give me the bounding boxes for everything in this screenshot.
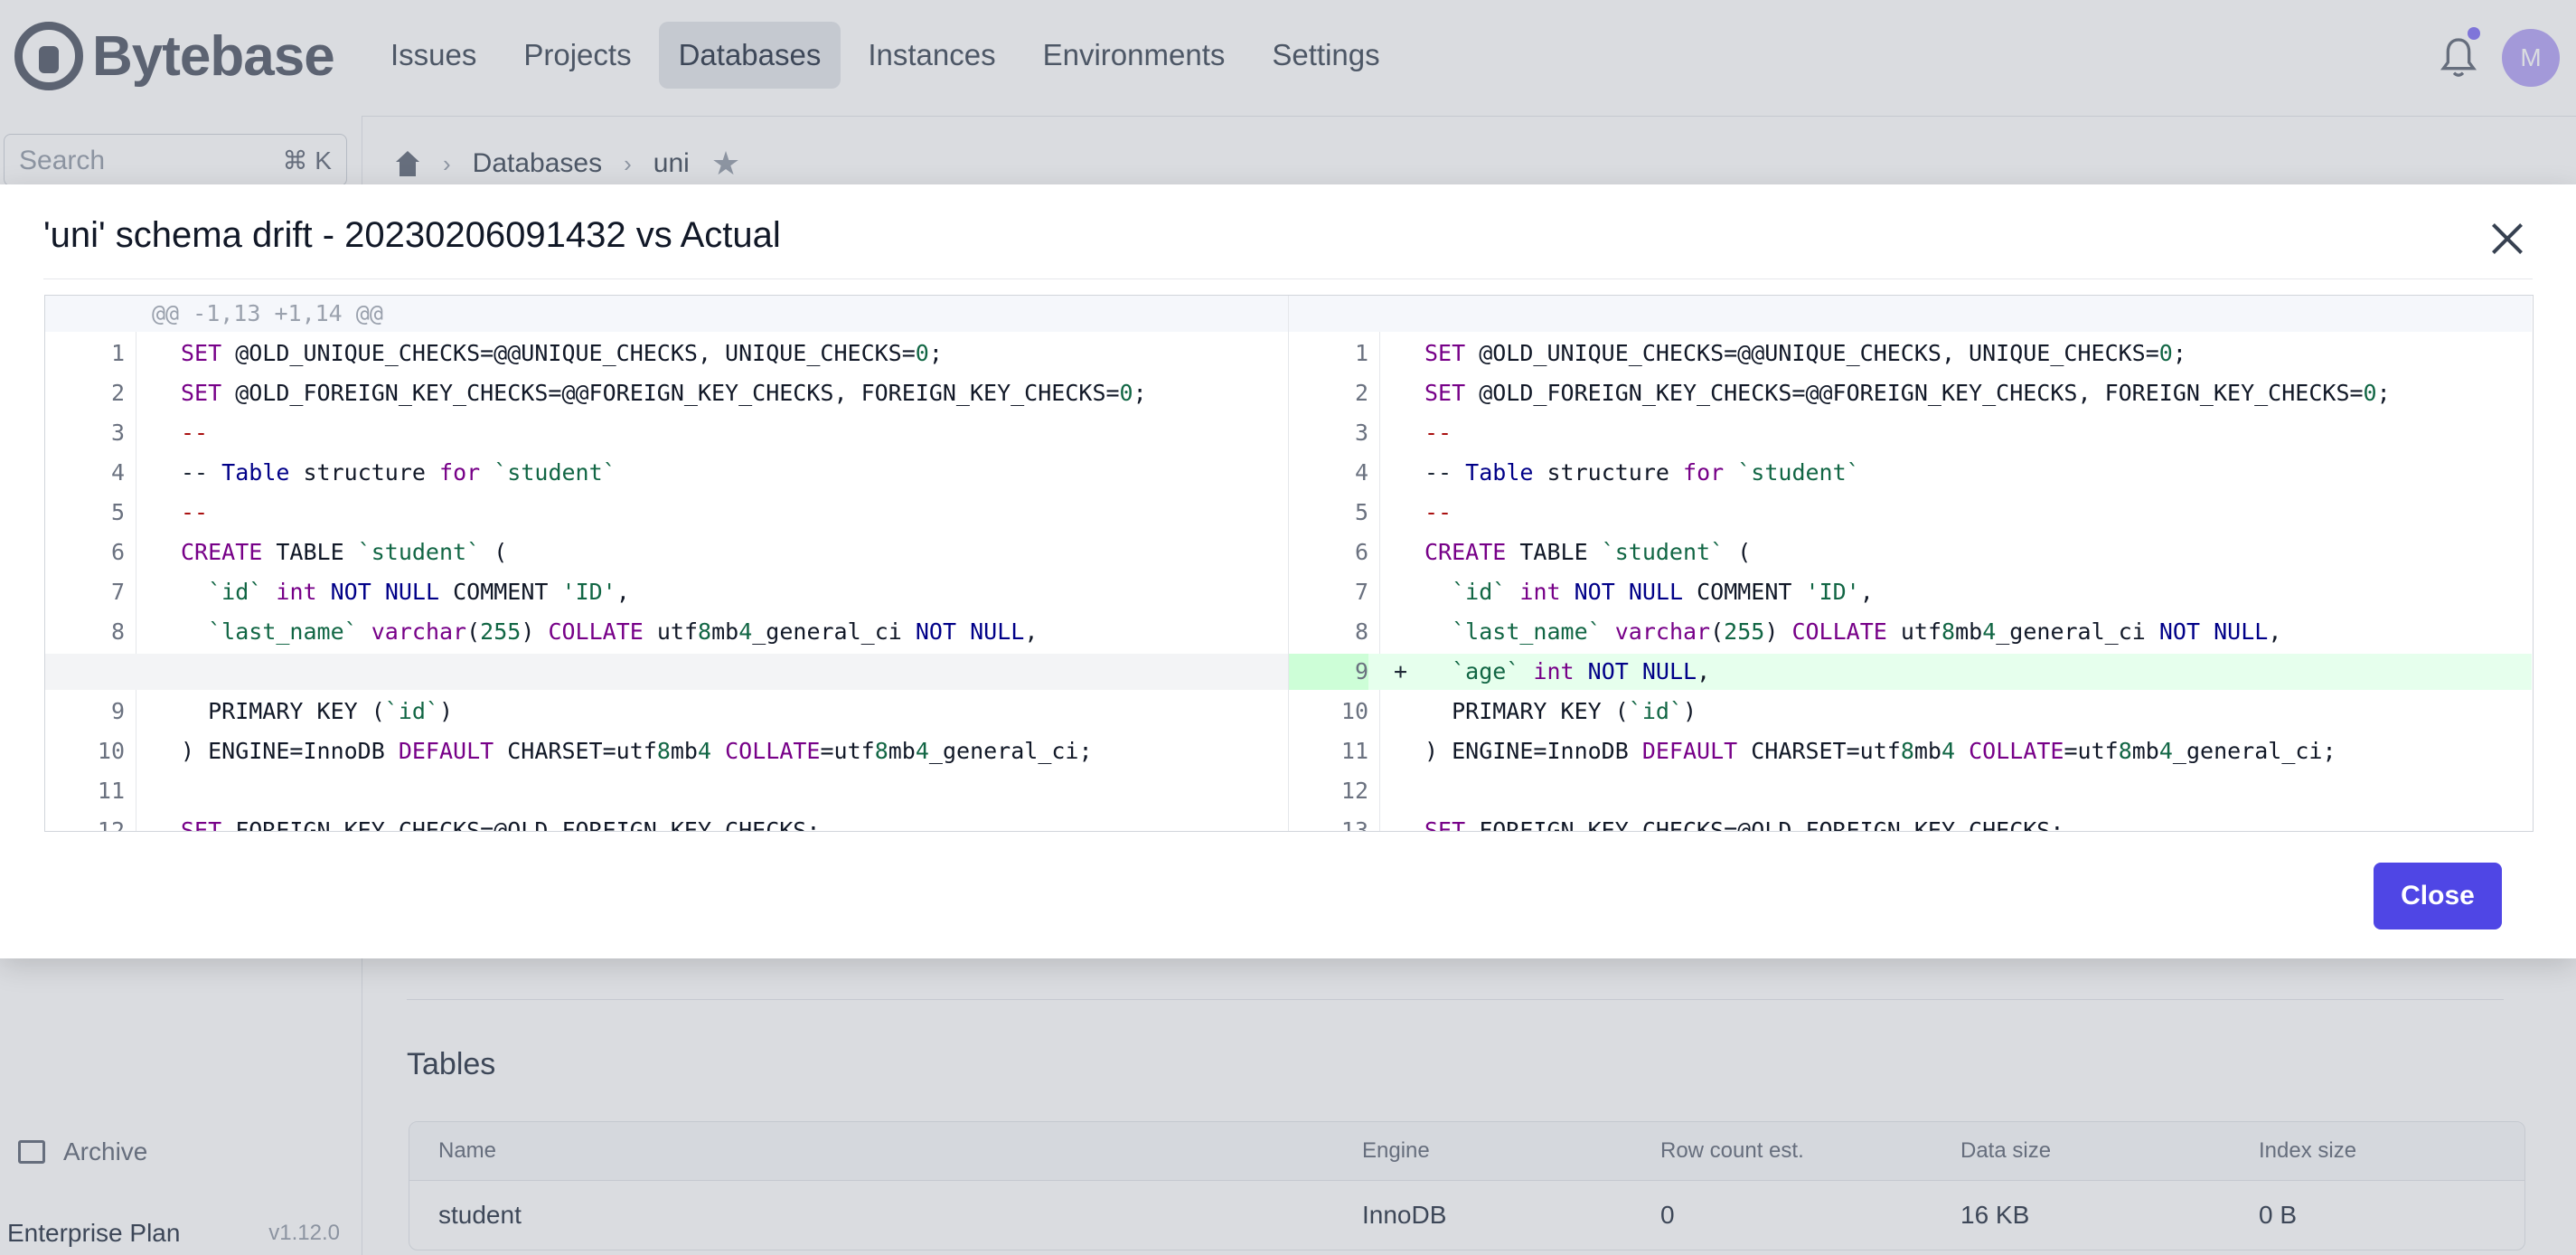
line-number: 6 <box>1354 539 1368 565</box>
code-text: SET @OLD_UNIQUE_CHECKS=@@UNIQUE_CHECKS, … <box>181 340 943 366</box>
diff-line: 8 `last_name` varchar(255) COLLATE utf8m… <box>1289 614 2532 650</box>
diff-line: 10 PRIMARY KEY (`id`) <box>1289 694 2532 730</box>
code-text: -- <box>1424 420 1453 446</box>
diff-line: 12 <box>1289 773 2532 809</box>
code-text: `last_name` varchar(255) COLLATE utf8mb4… <box>1452 618 2282 645</box>
diff-line: 7 `id` int NOT NULL COMMENT 'ID', <box>45 574 1288 610</box>
diff-pane-original: @@ -1,13 +1,14 @@ 1 SET @OLD_UNIQUE_CHECKS… <box>45 296 1290 831</box>
diff-line: 9 PRIMARY KEY (`id`) <box>45 694 1288 730</box>
line-number: 2 <box>110 380 125 406</box>
line-number: 11 <box>1340 738 1368 764</box>
code-text: ) ENGINE=InnoDB DEFAULT CHARSET=utf8mb4 … <box>1424 738 2336 764</box>
line-number: 9 <box>110 698 125 724</box>
line-number: 4 <box>110 459 125 486</box>
close-button[interactable]: Close <box>2374 863 2502 929</box>
diff-line: 5 -- <box>1289 495 2532 531</box>
line-number: 10 <box>97 738 125 764</box>
diff-line: 1 SET @OLD_UNIQUE_CHECKS=@@UNIQUE_CHECKS,… <box>1289 335 2532 372</box>
diff-line-added: 9 + `age` int NOT NULL, <box>1289 654 2532 690</box>
diff-pane-actual: 1 SET @OLD_UNIQUE_CHECKS=@@UNIQUE_CHECKS,… <box>1289 296 2532 831</box>
code-text: -- <box>181 420 209 446</box>
diff-hunk-header <box>1289 296 2532 332</box>
added-line-marker: + <box>1394 658 1408 684</box>
line-number: 8 <box>110 618 125 645</box>
diff-line: 3 -- <box>1289 415 2532 451</box>
line-number: 1 <box>110 340 125 366</box>
diff-line: 11 <box>45 773 1288 809</box>
code-text: CREATE TABLE `student` ( <box>181 539 508 565</box>
diff-line: 6 CREATE TABLE `student` ( <box>45 534 1288 571</box>
diff-line: 4 -- Table structure for `student` <box>45 455 1288 491</box>
code-text: SET @OLD_FOREIGN_KEY_CHECKS=@@FOREIGN_KE… <box>181 380 1147 406</box>
code-text: -- Table structure for `student` <box>181 459 616 486</box>
line-number: 11 <box>97 778 125 804</box>
line-number: 2 <box>1354 380 1368 406</box>
line-number: 8 <box>1354 618 1368 645</box>
diff-hunk-header: @@ -1,13 +1,14 @@ <box>45 296 1288 332</box>
line-number: 7 <box>110 579 125 605</box>
code-text: -- <box>181 499 209 525</box>
line-number: 12 <box>97 817 125 831</box>
diff-line: 2 SET @OLD_FOREIGN_KEY_CHECKS=@@FOREIGN_K… <box>1289 375 2532 411</box>
diff-line: 7 `id` int NOT NULL COMMENT 'ID', <box>1289 574 2532 610</box>
diff-line: 5 -- <box>45 495 1288 531</box>
schema-drift-dialog: 'uni' schema drift - 20230206091432 vs A… <box>0 184 2576 958</box>
line-number: 1 <box>1354 340 1368 366</box>
diff-line: 1 SET @OLD_UNIQUE_CHECKS=@@UNIQUE_CHECKS,… <box>45 335 1288 372</box>
diff-line-placeholder <box>45 654 1288 690</box>
line-number: 3 <box>1354 420 1368 446</box>
line-number: 7 <box>1354 579 1368 605</box>
line-number: 13 <box>1340 817 1368 831</box>
code-text: SET FOREIGN_KEY_CHECKS=@OLD_FOREIGN_KEY_… <box>181 817 821 831</box>
code-text: SET @OLD_FOREIGN_KEY_CHECKS=@@FOREIGN_KE… <box>1424 380 2391 406</box>
close-icon[interactable] <box>2489 221 2525 257</box>
dialog-title: 'uni' schema drift - 20230206091432 vs A… <box>43 215 781 255</box>
code-text: -- Table structure for `student` <box>1424 459 1860 486</box>
diff-line: 3 -- <box>45 415 1288 451</box>
schema-diff-viewer: @@ -1,13 +1,14 @@ 1 SET @OLD_UNIQUE_CHECKS… <box>44 295 2534 832</box>
line-number: 10 <box>1340 698 1368 724</box>
line-number: 12 <box>1340 778 1368 804</box>
code-text: `id` int NOT NULL COMMENT 'ID', <box>1452 579 1874 605</box>
line-number: 9 <box>1289 654 1368 690</box>
line-number: 5 <box>110 499 125 525</box>
hunk-header-text: @@ -1,13 +1,14 @@ <box>152 300 383 326</box>
diff-line: 2 SET @OLD_FOREIGN_KEY_CHECKS=@@FOREIGN_K… <box>45 375 1288 411</box>
diff-line: 12 SET FOREIGN_KEY_CHECKS=@OLD_FOREIGN_KE… <box>45 813 1288 831</box>
code-text: CREATE TABLE `student` ( <box>1424 539 1752 565</box>
code-text: `id` int NOT NULL COMMENT 'ID', <box>208 579 630 605</box>
code-text: `last_name` varchar(255) COLLATE utf8mb4… <box>208 618 1039 645</box>
line-number: 6 <box>110 539 125 565</box>
diff-line: 8 `last_name` varchar(255) COLLATE utf8m… <box>45 614 1288 650</box>
diff-line: 6 CREATE TABLE `student` ( <box>1289 534 2532 571</box>
line-number: 5 <box>1354 499 1368 525</box>
code-text: PRIMARY KEY (`id`) <box>181 698 454 724</box>
code-text: SET FOREIGN_KEY_CHECKS=@OLD_FOREIGN_KEY_… <box>1424 817 2064 831</box>
diff-line: 13 SET FOREIGN_KEY_CHECKS=@OLD_FOREIGN_KE… <box>1289 813 2532 831</box>
dialog-divider <box>43 278 2533 279</box>
diff-line: 4 -- Table structure for `student` <box>1289 455 2532 491</box>
line-number: 4 <box>1354 459 1368 486</box>
line-number: 3 <box>110 420 125 446</box>
diff-line: 11 ) ENGINE=InnoDB DEFAULT CHARSET=utf8mb… <box>1289 733 2532 769</box>
code-text: -- <box>1424 499 1453 525</box>
diff-line: 10 ) ENGINE=InnoDB DEFAULT CHARSET=utf8mb… <box>45 733 1288 769</box>
code-text: PRIMARY KEY (`id`) <box>1424 698 1697 724</box>
code-text: SET @OLD_UNIQUE_CHECKS=@@UNIQUE_CHECKS, … <box>1424 340 2186 366</box>
code-text: ) ENGINE=InnoDB DEFAULT CHARSET=utf8mb4 … <box>181 738 1093 764</box>
code-text: `age` int NOT NULL, <box>1452 658 1711 684</box>
